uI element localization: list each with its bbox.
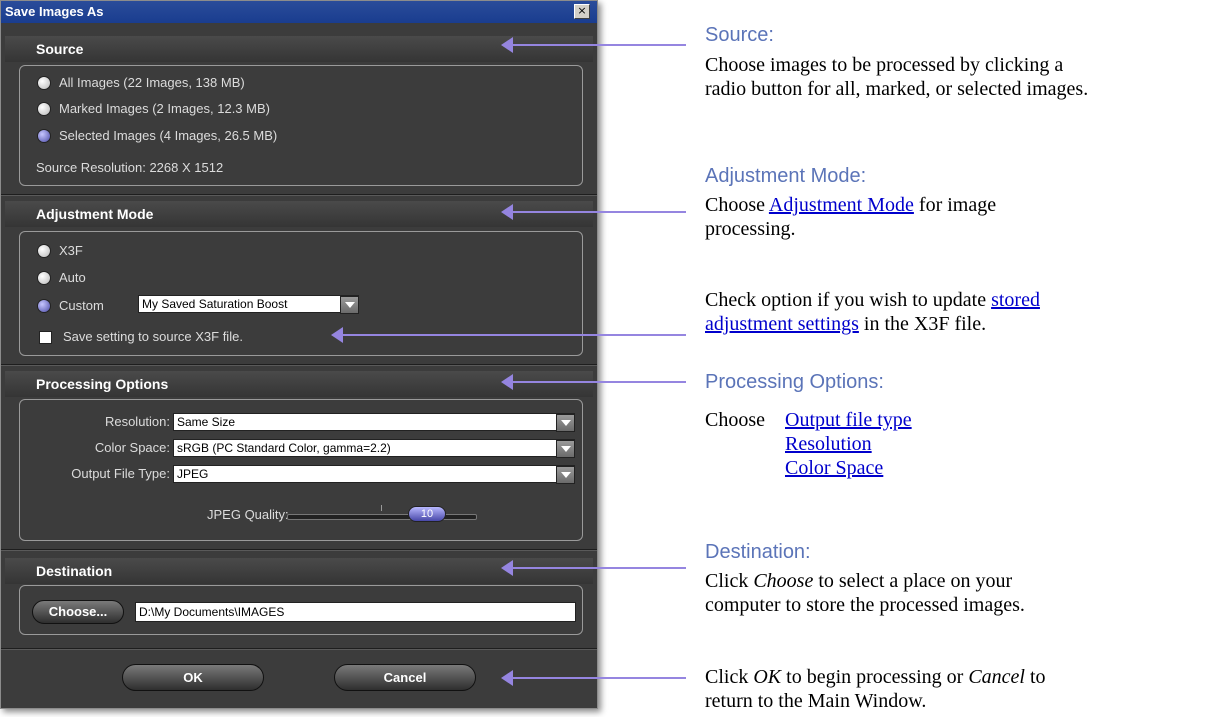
adjustment-heading: Adjustment Mode xyxy=(36,206,154,222)
processing-heading: Processing Options xyxy=(36,376,169,392)
annotation-emphasis: OK xyxy=(753,666,782,688)
annotation-text: return to the Main Window. xyxy=(705,690,927,712)
annotation-text: to xyxy=(1024,666,1046,688)
choose-button[interactable]: Choose... xyxy=(32,600,124,624)
jpeg-quality-slider-thumb[interactable]: 10 xyxy=(408,506,446,522)
adjustment-mode-link[interactable]: Adjustment Mode xyxy=(769,194,914,216)
color-space-value: sRGB (PC Standard Color, gamma=2.2) xyxy=(177,441,391,455)
section-divider xyxy=(1,648,597,650)
all-images-label[interactable]: All Images (22 Images, 138 MB) xyxy=(59,75,245,90)
annotation-text: for image xyxy=(913,194,997,216)
all-images-radio[interactable] xyxy=(38,77,50,89)
stored-link[interactable]: stored xyxy=(991,289,1040,311)
save-setting-label[interactable]: Save setting to source X3F file. xyxy=(63,329,243,344)
source-heading: Source xyxy=(36,41,84,57)
color-space-dropdown[interactable]: sRGB (PC Standard Color, gamma=2.2) xyxy=(173,439,575,458)
marked-images-label[interactable]: Marked Images (2 Images, 12.3 MB) xyxy=(59,101,270,116)
adjustment-annotation-heading: Adjustment Mode: xyxy=(705,165,867,187)
annotation-text: Check option if you wish to update xyxy=(705,289,992,311)
source-annotation-body: Choose images to be processed by clickin… xyxy=(705,53,1088,101)
annotation-text: Choose xyxy=(705,194,769,216)
section-divider xyxy=(1,549,597,551)
processing-pointer-arrow-icon xyxy=(501,374,686,390)
destination-annotation-body: Click Choose to select a place on your c… xyxy=(705,569,1025,617)
custom-label[interactable]: Custom xyxy=(59,298,104,313)
source-panel: All Images (22 Images, 138 MB) Marked Im… xyxy=(19,65,583,186)
destination-annotation-heading: Destination: xyxy=(705,541,811,563)
custom-radio[interactable] xyxy=(38,300,50,312)
custom-adjustment-value: My Saved Saturation Boost xyxy=(142,297,288,311)
resolution-link[interactable]: Resolution xyxy=(785,433,872,455)
save-images-dialog: Save Images As × Source All Images (22 I… xyxy=(0,0,598,709)
save-setting-checkbox[interactable] xyxy=(39,331,52,344)
ok-button[interactable]: OK xyxy=(122,664,264,691)
processing-panel: Resolution: Same Size Color Space: sRGB … xyxy=(19,399,583,541)
output-file-type-dropdown[interactable]: JPEG xyxy=(173,465,575,484)
annotation-text: Choose xyxy=(705,409,765,431)
ok-cancel-pointer-arrow-icon xyxy=(501,670,686,686)
destination-path-value: D:\My Documents\IMAGES xyxy=(139,605,285,619)
processing-links: Output file type Resolution Color Space xyxy=(785,408,912,480)
output-file-type-value: JPEG xyxy=(177,467,209,481)
title-bar[interactable]: Save Images As × xyxy=(1,1,597,23)
output-file-type-link[interactable]: Output file type xyxy=(785,409,912,431)
auto-label[interactable]: Auto xyxy=(59,270,86,285)
resolution-dropdown[interactable]: Same Size xyxy=(173,413,575,432)
destination-panel: Choose... D:\My Documents\IMAGES xyxy=(19,585,583,635)
cancel-button[interactable]: Cancel xyxy=(334,664,476,691)
source-pointer-arrow-icon xyxy=(501,37,686,53)
source-annotation-line: radio button for all, marked, or selecte… xyxy=(705,78,1089,100)
annotation-text: to begin processing or xyxy=(781,666,969,688)
selected-images-label[interactable]: Selected Images (4 Images, 26.5 MB) xyxy=(59,128,277,143)
destination-heading: Destination xyxy=(36,563,113,579)
dialog-title: Save Images As xyxy=(5,4,104,19)
resolution-value: Same Size xyxy=(177,415,236,429)
stored-settings-annotation-body: Check option if you wish to update store… xyxy=(705,288,1040,336)
chevron-down-icon[interactable] xyxy=(340,296,359,314)
marked-images-radio[interactable] xyxy=(38,103,50,115)
color-space-label: Color Space: xyxy=(94,440,170,455)
destination-path-field[interactable]: D:\My Documents\IMAGES xyxy=(135,602,576,622)
annotation-text: computer to store the processed images. xyxy=(705,594,1025,616)
chevron-down-icon[interactable] xyxy=(556,414,575,432)
source-annotation-line: Choose images to be processed by clickin… xyxy=(705,54,1064,76)
stored-settings-pointer-arrow-icon xyxy=(331,327,686,343)
destination-pointer-arrow-icon xyxy=(501,560,686,576)
jpeg-quality-slider-track[interactable] xyxy=(287,514,477,520)
annotation-text: in the X3F file. xyxy=(858,313,987,335)
jpeg-quality-label: JPEG Quality: xyxy=(207,507,289,522)
adjustment-settings-link[interactable]: adjustment settings xyxy=(705,313,859,335)
auto-radio[interactable] xyxy=(38,272,50,284)
chevron-down-icon[interactable] xyxy=(556,440,575,458)
processing-annotation-body: Choose xyxy=(705,408,765,432)
processing-annotation-heading: Processing Options: xyxy=(705,371,884,393)
ok-cancel-annotation-body: Click OK to begin processing or Cancel t… xyxy=(705,665,1046,713)
resolution-label: Resolution: xyxy=(104,414,170,429)
x3f-radio[interactable] xyxy=(38,245,50,257)
custom-adjustment-dropdown[interactable]: My Saved Saturation Boost xyxy=(138,295,359,314)
chevron-down-icon[interactable] xyxy=(556,466,575,484)
annotation-text: Click xyxy=(705,666,754,688)
adjustment-pointer-arrow-icon xyxy=(501,204,686,220)
source-resolution-text: Source Resolution: 2268 X 1512 xyxy=(36,160,224,175)
color-space-link[interactable]: Color Space xyxy=(785,457,883,479)
annotation-text: Click xyxy=(705,570,754,592)
section-divider xyxy=(1,194,597,196)
section-divider xyxy=(1,364,597,366)
annotation-emphasis: Cancel xyxy=(968,666,1025,688)
slider-tick xyxy=(381,505,382,511)
output-file-type-label: Output File Type: xyxy=(71,466,170,481)
annotation-emphasis: Choose xyxy=(753,570,814,592)
annotation-text: to select a place on your xyxy=(813,570,1013,592)
selected-images-radio[interactable] xyxy=(38,130,50,142)
adjustment-panel: X3F Auto Custom My Saved Saturation Boos… xyxy=(19,231,583,356)
close-button[interactable]: × xyxy=(574,4,590,19)
annotation-text: processing. xyxy=(705,218,796,240)
x3f-label[interactable]: X3F xyxy=(59,243,83,258)
source-annotation-heading: Source: xyxy=(705,24,774,46)
adjustment-annotation-body: Choose Adjustment Mode for image process… xyxy=(705,193,996,241)
